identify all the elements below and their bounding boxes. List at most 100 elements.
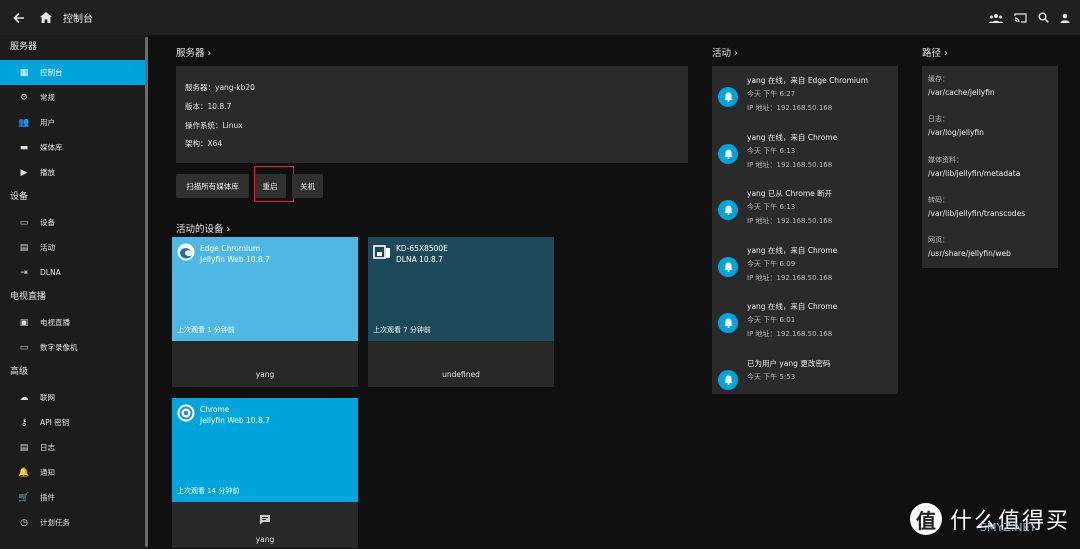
bell-icon: 🔔 [18, 467, 30, 478]
activity-title: 已为用户 yang 更改密码 [747, 358, 831, 368]
path-value: /usr/share/jellyfin/web [928, 249, 1011, 259]
activity-time: 今天 下午 6:01 [747, 316, 796, 324]
paths-heading[interactable]: 路径 › [922, 45, 948, 59]
device-card[interactable]: Chrome Jellyfin Web 10.8.7 上次观看 14 分钟前 ya… [172, 398, 358, 548]
sidebar-item[interactable]: ▶ 播放 [0, 160, 148, 185]
activity-item[interactable]: yang 在线，来自 Chrome 今天 下午 6:13 IP 地址：192.168… [712, 130, 898, 186]
paths-panel: 缓存： /var/cache/jellyfin 日志： /var/log/jellyf… [922, 66, 1058, 268]
sidebar-item[interactable]: 🛒 插件 [0, 485, 148, 510]
sidebar-item[interactable]: ☁ 联网 [0, 385, 148, 410]
sidebar-item[interactable]: ▣ 电视直播 [0, 310, 148, 335]
sidebar-item-label: 控制台 [40, 68, 63, 77]
activity-time: 今天 下午 5:53 [747, 372, 796, 381]
activity-heading[interactable]: 活动 › [712, 45, 738, 59]
activity-title: yang 在线，来自 Edge Chromium [747, 76, 869, 85]
path-label: 网页： [928, 236, 949, 245]
sidebar-item[interactable]: ⇥ DLNA [0, 260, 148, 285]
path-label: 媒体资料： [928, 155, 963, 164]
activity-title: yang 在线，来自 Chrome [747, 302, 838, 311]
activity-time: 今天 下午 6:13 [747, 146, 796, 155]
device-name: Chrome [200, 405, 230, 414]
activity-title: yang 已从 Chrome 断开 [747, 189, 833, 198]
sidebar-item-label: 播放 [40, 168, 55, 177]
sidebar-item[interactable]: ▭ 数字录像机 [0, 335, 148, 360]
sidebar-item[interactable]: ▦ 控制台 [0, 60, 145, 85]
key-icon: ⚷ [20, 417, 28, 428]
activity-item[interactable]: yang 已从 Chrome 断开 今天 下午 6:13 IP 地址：192.168… [712, 186, 898, 242]
sidebar-item-label: 媒体库 [40, 143, 63, 152]
clock-icon: ◷ [20, 517, 28, 528]
sidebar-section-title: 高级 [10, 367, 29, 377]
sidebar-item-label: 通知 [40, 468, 55, 477]
sidebar-item-label: 日志 [40, 443, 55, 452]
device-client: Jellyfin Web 10.8.7 [200, 255, 270, 264]
device-last-seen: 上次观看 1 分钟前 [177, 326, 235, 334]
bell-icon [718, 313, 738, 333]
sidebar-item-label: 常规 [40, 93, 55, 102]
home-icon[interactable] [39, 12, 53, 23]
server-name: 服务器：yang-kb20 [185, 83, 255, 92]
activity-item[interactable]: yang 在线，来自 Edge Chromium 今天 下午 6:27 IP 地址：… [712, 73, 898, 129]
live-tv-icon: ▣ [19, 317, 29, 328]
sidebar-item-label: DLNA [40, 268, 61, 277]
message-icon[interactable] [259, 514, 271, 525]
activity-icon: ▤ [19, 242, 29, 253]
highlight-box [254, 166, 294, 202]
sidebar-item[interactable]: ▭ 设备 [0, 210, 148, 235]
device-user: undefined [442, 370, 480, 379]
sidebar-item-label: 计划任务 [40, 518, 70, 527]
watermark-logo: 值 [910, 503, 942, 535]
log-icon: ▤ [19, 442, 29, 453]
devices-icon: ▭ [19, 217, 29, 228]
path-value: /var/log/jellyfin [928, 128, 984, 138]
sidebar-item-label: 联网 [40, 393, 55, 402]
search-icon[interactable] [1038, 12, 1049, 23]
cast-icon[interactable] [1014, 12, 1027, 23]
device-card[interactable]: Edge Chromium Jellyfin Web 10.8.7 上次观看 1 … [172, 237, 358, 387]
sidebar-item[interactable]: 🔔 通知 [0, 460, 148, 485]
bell-icon [718, 200, 738, 220]
activity-ip: IP 地址：192.168.50.168 [747, 160, 833, 169]
sidebar-section-title: 设备 [10, 192, 29, 202]
user-account-icon[interactable] [1060, 13, 1070, 23]
sidebar-item[interactable]: ⚙ 常规 [0, 85, 148, 110]
sidebar-item[interactable]: ▬ 媒体库 [0, 135, 148, 160]
activity-ip: IP 地址：192.168.50.168 [747, 217, 833, 225]
sidebar-item-label: 数字录像机 [40, 343, 78, 352]
gear-icon: ⚙ [19, 92, 29, 103]
shutdown-button[interactable]: 关机 [292, 174, 323, 198]
activity-time: 今天 下午 6:09 [747, 259, 796, 268]
server-heading[interactable]: 服务器 › [176, 45, 211, 59]
activity-item[interactable]: yang 在线，来自 Chrome 今天 下午 6:01 IP 地址：192.168… [712, 299, 898, 355]
device-name: Edge Chromium [200, 244, 261, 253]
top-app-bar: 控制台 [0, 0, 1080, 35]
sidebar-item[interactable]: ▤ 日志 [0, 435, 148, 460]
people-icon: 👥 [18, 117, 30, 128]
device-user: yang [255, 535, 275, 544]
sidebar-item-label: 活动 [40, 243, 55, 252]
server-version: 版本：10.8.7 [185, 102, 232, 111]
activity-ip: IP 地址：192.168.50.168 [747, 104, 833, 112]
watermark: 值 什么值得买 SMYZ.NET [910, 503, 1070, 535]
back-arrow-icon[interactable] [12, 12, 26, 24]
sidebar-item[interactable]: ⚷ API 密钥 [0, 410, 148, 435]
path-value: /var/lib/jellyfin/transcodes [928, 208, 1026, 218]
sidebar-item[interactable]: ◷ 计划任务 [0, 510, 148, 535]
sidebar-item[interactable]: ▤ 活动 [0, 235, 148, 260]
device-card[interactable]: KD-65X8500E DLNA 10.8.7 上次观看 7 分钟前 undefi… [368, 237, 554, 387]
sidebar-section-title: 服务器 [10, 42, 38, 52]
sidebar-item[interactable]: 👥 用户 [0, 110, 148, 135]
activity-title: yang 在线，来自 Chrome [747, 245, 838, 255]
sidebar-item-label: 设备 [40, 218, 55, 227]
active-devices-heading[interactable]: 活动的设备 › [176, 221, 230, 235]
sidebar-item-label: 用户 [40, 118, 55, 127]
device-client: Jellyfin Web 10.8.7 [200, 416, 270, 425]
sidebar-item-label: 电视直播 [40, 318, 70, 327]
activity-item[interactable]: yang 在线，来自 Chrome 今天 下午 6:09 IP 地址：192.168… [712, 243, 898, 299]
sync-play-icon[interactable] [989, 13, 1003, 23]
input-icon: ⇥ [20, 267, 28, 278]
scan-all-libraries-button[interactable]: 扫描所有媒体库 [176, 174, 249, 198]
activity-item[interactable]: 已为用户 yang 更改密码 今天 下午 5:53 [712, 356, 898, 412]
activity-panel: yang 在线，来自 Edge Chromium 今天 下午 6:27 IP 地址：… [712, 66, 898, 394]
path-value: /var/lib/jellyfin/metadata [928, 168, 1021, 178]
